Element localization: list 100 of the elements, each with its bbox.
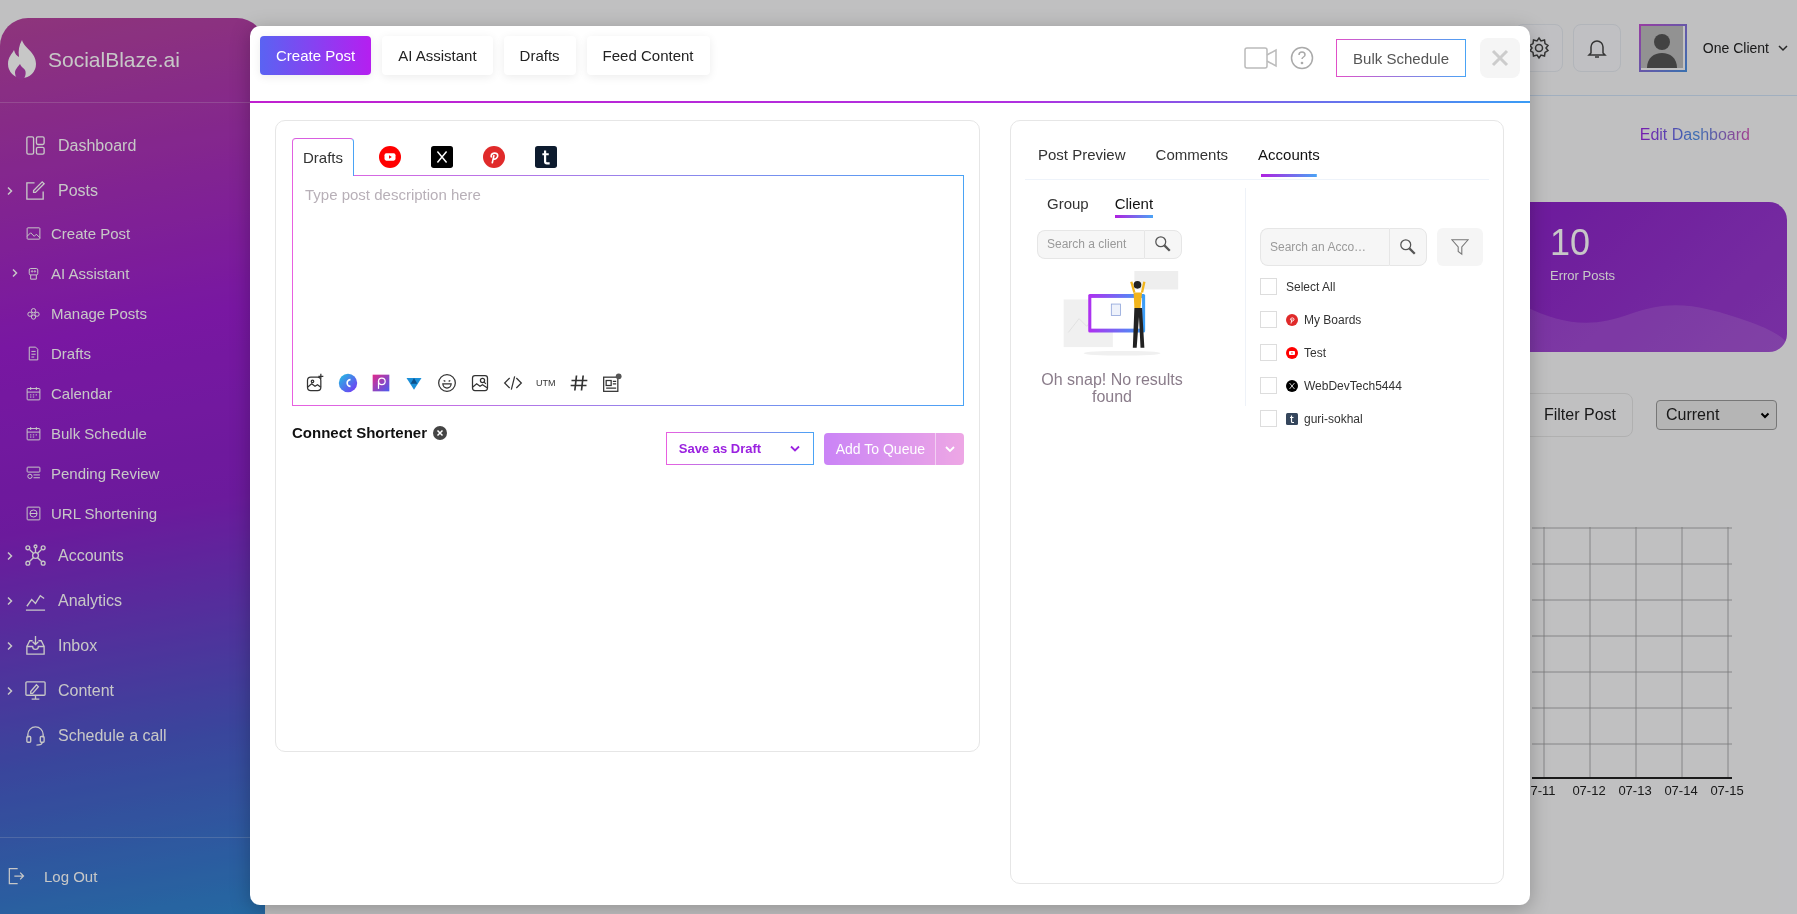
monitor-icon (24, 679, 47, 702)
axis-label: 7-11 (1529, 783, 1557, 798)
sidebar-item-label: Dashboard (58, 136, 137, 155)
checkbox[interactable] (1260, 344, 1277, 361)
account-name: My Boards (1304, 312, 1362, 327)
stat-label: Error Posts (1550, 268, 1616, 283)
edit-icon (24, 179, 47, 202)
x-logo-icon (431, 145, 453, 168)
checkbox[interactable] (1260, 410, 1277, 427)
chevron-icon (5, 550, 15, 561)
sidebar-item-label: Analytics (58, 591, 123, 610)
sidebar-item-label: Manage Posts (51, 304, 147, 322)
sidebar-item-label: Posts (58, 181, 98, 200)
sidebar-item-label: Create Post (51, 224, 131, 242)
account-search-field[interactable]: Search an Acco… (1260, 228, 1389, 266)
tumblr-icon (535, 145, 557, 168)
emoji-icon[interactable] (437, 373, 457, 393)
sidebar-item[interactable]: Accounts (0, 533, 265, 578)
sidebar-item[interactable]: Manage Posts (0, 293, 265, 333)
sidebar-item-label: Calendar (51, 384, 112, 402)
sidebar-item[interactable]: Drafts (0, 333, 265, 373)
empty-message: Oh snap! No results found (1040, 370, 1184, 406)
axis-label: 07-15 (1709, 783, 1745, 798)
sidebar-item[interactable]: Posts (0, 168, 265, 213)
image-search-icon[interactable] (470, 373, 490, 393)
headset-icon (24, 724, 47, 747)
inbox-icon (24, 634, 47, 657)
notifications-button[interactable] (1572, 23, 1621, 72)
sidebar-item[interactable]: Dashboard (0, 123, 265, 168)
tab[interactable]: Drafts (503, 36, 576, 75)
post-editor[interactable]: Type post description here UTM (292, 175, 964, 406)
search-button[interactable] (1389, 228, 1427, 266)
youtube-icon (1286, 346, 1298, 359)
checkbox[interactable] (1260, 377, 1277, 394)
bulk-schedule-button[interactable]: Bulk Schedule (1336, 39, 1466, 77)
tab[interactable]: Comments (1155, 132, 1229, 179)
layout-icon (24, 134, 47, 157)
close-icon (1491, 49, 1509, 67)
tab[interactable]: Feed Content (586, 36, 710, 75)
period-select[interactable]: Current (1656, 400, 1777, 430)
axis-label: 07-12 (1571, 783, 1607, 798)
sidebar-item[interactable]: URL Shortening (0, 493, 265, 533)
utm-button[interactable]: UTM (536, 378, 556, 388)
sidebar-item[interactable]: Analytics (0, 578, 265, 623)
canva-icon[interactable] (338, 373, 358, 393)
sidebar-item[interactable]: Schedule a call (0, 713, 265, 758)
sidebar-item[interactable]: Create Post (0, 213, 265, 253)
tab[interactable]: Group (1047, 194, 1089, 220)
sidebar-item-label: Drafts (51, 344, 91, 362)
image-add-icon[interactable] (305, 373, 325, 393)
review-icon (25, 464, 42, 482)
sidebar-item[interactable]: Bulk Schedule (0, 413, 265, 453)
save-as-draft-button[interactable]: Save as Draft (665, 432, 814, 465)
picsart-icon[interactable] (371, 373, 391, 393)
search-button[interactable] (1144, 229, 1182, 259)
filter-icon (1451, 238, 1469, 256)
account-name: WebDevTech5444 (1304, 378, 1402, 393)
media-icon[interactable] (601, 373, 622, 393)
sidebar-item-label: Schedule a call (58, 726, 167, 745)
chevron-icon (5, 595, 15, 606)
logout-label: Log Out (44, 867, 98, 885)
sidebar-item[interactable]: Content (0, 668, 265, 713)
caret-icon (1760, 410, 1770, 420)
code-icon[interactable] (503, 373, 523, 393)
sidebar-item-label: AI Assistant (51, 264, 130, 282)
sidebar-item[interactable]: Calendar (0, 373, 265, 413)
avatar[interactable] (1638, 23, 1687, 72)
select-all-label: Select All (1286, 279, 1336, 294)
brand-name: SocialBlaze.ai (48, 48, 180, 72)
hashtag-icon[interactable] (568, 373, 589, 393)
sidebar-item-label: Accounts (58, 546, 124, 565)
pinterest-icon (1286, 313, 1298, 326)
client-search-field[interactable]: Search a client (1037, 229, 1144, 259)
sidebar-item[interactable]: Pending Review (0, 453, 265, 493)
youtube-icon (379, 145, 401, 168)
calendar-icon (25, 424, 42, 442)
account-name: guri-sokhal (1304, 411, 1363, 426)
close-circle-icon[interactable] (433, 425, 447, 440)
link-icon (25, 504, 42, 522)
pinterest-icon (483, 145, 505, 168)
sidebar-item[interactable]: Inbox (0, 623, 265, 668)
tab[interactable]: Post Preview (1038, 132, 1126, 179)
tab[interactable]: AI Assistant (382, 36, 493, 75)
axis-label: 07-14 (1663, 783, 1699, 798)
checkbox[interactable] (1260, 278, 1277, 295)
logout-icon (6, 866, 26, 886)
chevron-icon (5, 640, 15, 651)
client-switcher[interactable]: One Client (1702, 39, 1789, 56)
filter-button[interactable] (1437, 228, 1483, 266)
sidebar-item-label: Content (58, 681, 115, 700)
sidebar-item-label: Inbox (58, 636, 98, 655)
sidebar-item-label: Pending Review (51, 464, 160, 482)
sidebar-item[interactable]: AI Assistant (0, 253, 265, 293)
checkbox[interactable] (1260, 311, 1277, 328)
tab[interactable]: Create Post (260, 36, 372, 75)
tab[interactable]: Drafts (292, 138, 354, 176)
connect-shortener-label: Connect Shortener (292, 424, 427, 441)
person-silhouette-icon (1640, 25, 1683, 68)
chevron-icon (5, 185, 15, 196)
chevron-icon (5, 685, 15, 696)
